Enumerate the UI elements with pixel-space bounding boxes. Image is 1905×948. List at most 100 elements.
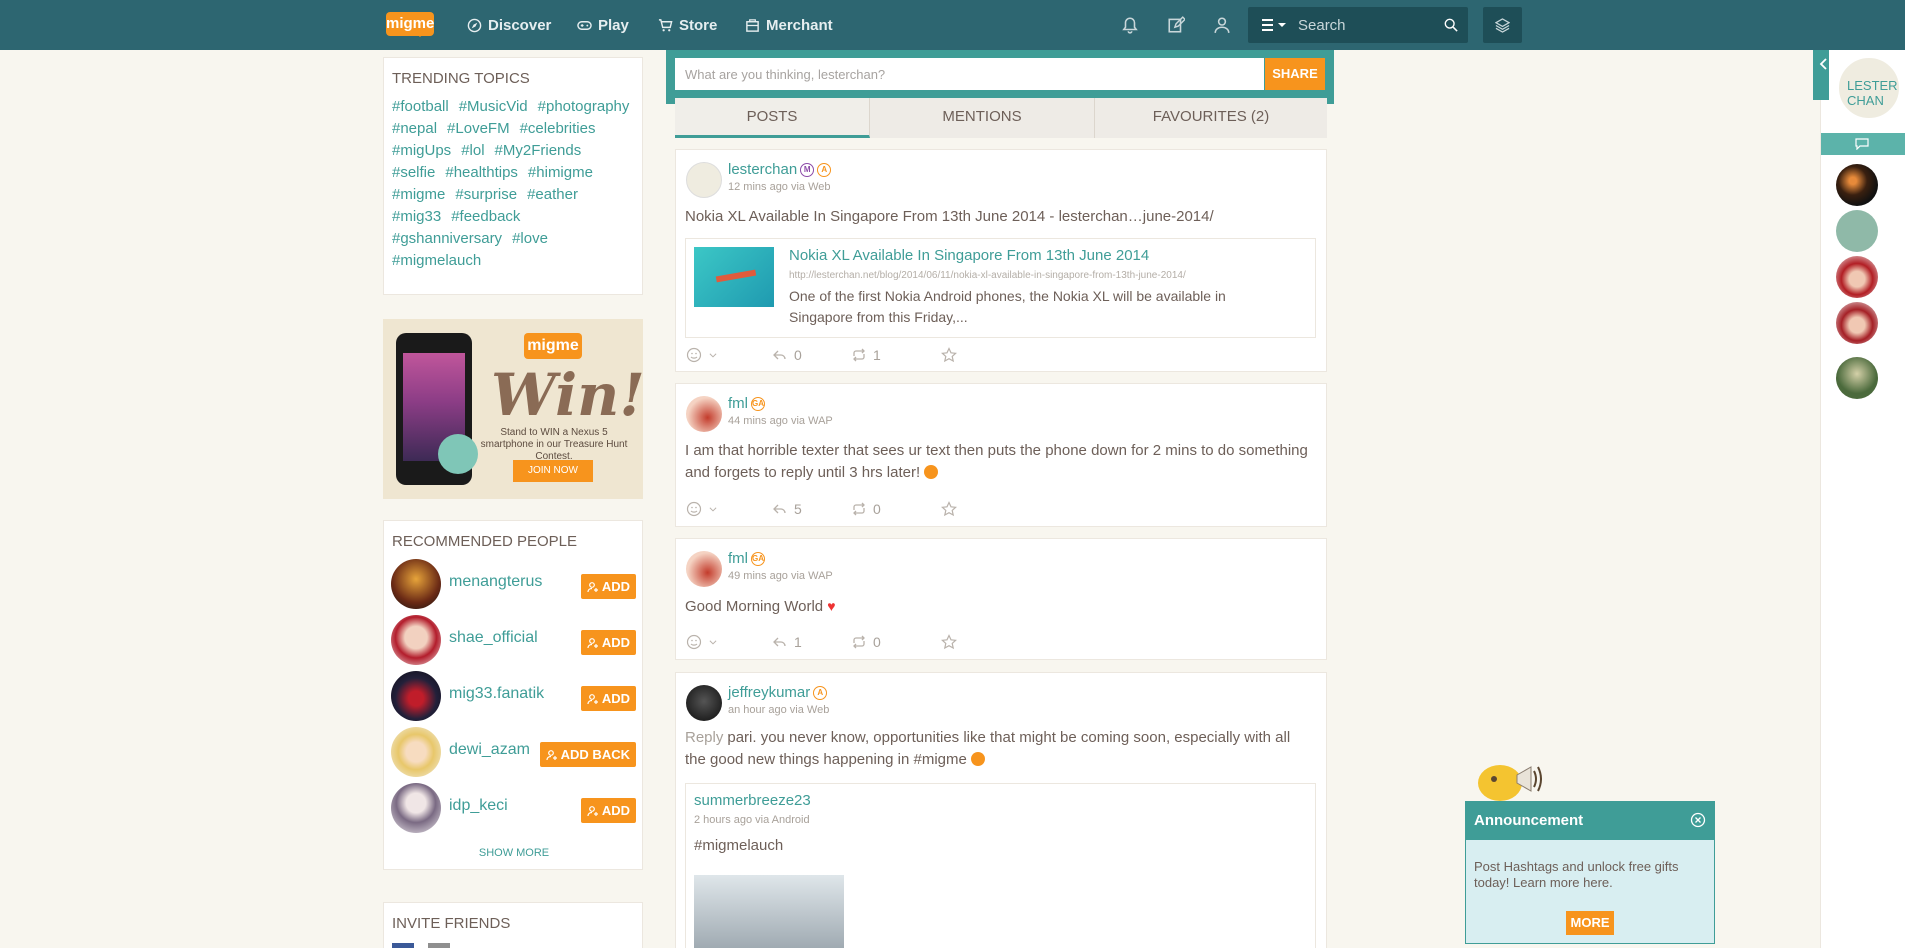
post-author[interactable]: jeffreykumar A bbox=[728, 684, 828, 701]
profile-icon[interactable] bbox=[1213, 16, 1231, 34]
hashtag-link[interactable]: #migmelauch bbox=[392, 251, 481, 271]
tab-favourites[interactable]: FAVOURITES (2) bbox=[1095, 98, 1327, 138]
contact-avatar[interactable] bbox=[1836, 357, 1878, 399]
compose-icon[interactable] bbox=[1167, 16, 1185, 34]
contact-avatar[interactable] bbox=[1836, 210, 1878, 252]
migme-logo[interactable]: migme bbox=[386, 12, 434, 37]
favourite-button[interactable] bbox=[941, 634, 957, 650]
hashtag-link[interactable]: #migme bbox=[392, 185, 445, 205]
nav-merchant[interactable]: Merchant bbox=[745, 14, 833, 36]
link-preview[interactable]: Nokia XL Available In Singapore From 13t… bbox=[685, 238, 1316, 338]
contact-avatar[interactable] bbox=[1836, 164, 1878, 206]
favourite-button[interactable] bbox=[941, 347, 957, 363]
contact-avatar[interactable] bbox=[1836, 256, 1878, 298]
avatar[interactable] bbox=[391, 671, 441, 721]
hashtag-link[interactable]: #migUps bbox=[392, 141, 451, 161]
hashtag-link[interactable]: #football bbox=[392, 97, 449, 117]
chevron-left-icon[interactable] bbox=[1818, 58, 1830, 70]
favourite-button[interactable] bbox=[941, 501, 957, 517]
avatar[interactable] bbox=[686, 551, 722, 587]
my-avatar[interactable]: LESTER CHAN bbox=[1837, 56, 1901, 120]
post-author[interactable]: lesterchan M A bbox=[728, 161, 832, 178]
tab-posts[interactable]: POSTS bbox=[675, 98, 870, 138]
quoted-author[interactable]: summerbreeze23 bbox=[694, 792, 811, 809]
email-icon[interactable] bbox=[428, 943, 450, 948]
quoted-photo[interactable] bbox=[694, 875, 844, 948]
reply-button[interactable]: 1 bbox=[772, 634, 802, 650]
hashtag-link[interactable]: #My2Friends bbox=[495, 141, 582, 161]
menu-dropdown-icon[interactable] bbox=[1262, 19, 1288, 31]
facebook-icon[interactable] bbox=[392, 943, 414, 948]
avatar[interactable] bbox=[391, 783, 441, 833]
add-friend-button[interactable]: ADD bbox=[580, 574, 636, 599]
emote-button[interactable] bbox=[686, 347, 718, 363]
layers-button[interactable] bbox=[1483, 7, 1522, 43]
chevron-down-icon bbox=[709, 640, 717, 645]
hashtag-link[interactable]: #eather bbox=[527, 185, 578, 205]
avatar[interactable] bbox=[391, 727, 441, 777]
avatar[interactable] bbox=[686, 685, 722, 721]
repost-button[interactable]: 0 bbox=[851, 501, 881, 517]
contact-avatar[interactable] bbox=[1836, 302, 1878, 344]
search-input[interactable] bbox=[1298, 15, 1438, 35]
search-icon[interactable] bbox=[1444, 18, 1458, 32]
nav-store[interactable]: Store bbox=[658, 14, 717, 36]
nav-play[interactable]: Play bbox=[577, 14, 629, 36]
recommended-people-title: RECOMMENDED PEOPLE bbox=[392, 533, 578, 550]
tab-mentions[interactable]: MENTIONS bbox=[870, 98, 1095, 138]
hashtag-link[interactable]: #MusicVid bbox=[459, 97, 528, 117]
repost-button[interactable]: 1 bbox=[851, 347, 881, 363]
emote-button[interactable] bbox=[686, 634, 718, 650]
heart-icon: ♥ bbox=[827, 598, 836, 614]
person-name[interactable]: shae_official bbox=[449, 629, 538, 647]
close-icon[interactable] bbox=[1690, 812, 1706, 828]
my-avatar-text: LESTER CHAN bbox=[1847, 78, 1898, 108]
hashtag-link[interactable]: #mig33 bbox=[392, 207, 441, 227]
more-button[interactable]: MORE bbox=[1566, 911, 1614, 935]
share-button[interactable]: SHARE bbox=[1265, 58, 1325, 90]
add-back-button[interactable]: ADD BACK bbox=[539, 742, 636, 767]
hashtag-link[interactable]: #lol bbox=[461, 141, 484, 161]
post-author[interactable]: fml GA bbox=[728, 395, 765, 412]
hashtag-link[interactable]: #himigme bbox=[528, 163, 593, 183]
person-name[interactable]: mig33.fanatik bbox=[449, 685, 544, 703]
avatar[interactable] bbox=[391, 559, 441, 609]
link-title[interactable]: Nokia XL Available In Singapore From 13t… bbox=[789, 247, 1149, 264]
avatar[interactable] bbox=[686, 162, 722, 198]
quoted-post[interactable]: summerbreeze23 2 hours ago via Android #… bbox=[685, 783, 1316, 948]
nav-discover[interactable]: Discover bbox=[467, 14, 551, 36]
emote-button[interactable] bbox=[686, 501, 718, 517]
hashtag-link[interactable]: #feedback bbox=[451, 207, 520, 227]
add-friend-button[interactable]: ADD bbox=[580, 630, 636, 655]
announcement-popup: Announcement Post Hashtags and unlock fr… bbox=[1465, 801, 1715, 944]
person-name[interactable]: dewi_azam bbox=[449, 741, 530, 759]
hashtag-link[interactable]: #healthtips bbox=[445, 163, 518, 183]
bell-icon[interactable] bbox=[1121, 16, 1139, 34]
person-name[interactable]: menangterus bbox=[449, 573, 542, 591]
chat-bar[interactable] bbox=[1821, 133, 1905, 155]
hashtag-link[interactable]: #love bbox=[512, 229, 548, 249]
join-now-button[interactable]: JOIN NOW bbox=[513, 460, 593, 482]
hashtag-link[interactable]: #selfie bbox=[392, 163, 435, 183]
hashtag-link[interactable]: #surprise bbox=[455, 185, 517, 205]
hashtag-link[interactable]: #gshanniversary bbox=[392, 229, 502, 249]
contest-banner[interactable]: migme Win! Stand to WIN a Nexus 5 smartp… bbox=[383, 319, 645, 499]
person-name[interactable]: idp_keci bbox=[449, 797, 508, 815]
post-composer-input[interactable] bbox=[675, 58, 1264, 90]
hashtag-link[interactable]: #LoveFM bbox=[447, 119, 510, 139]
reply-button[interactable]: 0 bbox=[772, 347, 802, 363]
show-more-link[interactable]: SHOW MORE bbox=[384, 847, 644, 859]
avatar[interactable] bbox=[391, 615, 441, 665]
add-friend-button[interactable]: ADD bbox=[580, 686, 636, 711]
avatar[interactable] bbox=[686, 396, 722, 432]
hashtag-link[interactable]: #nepal bbox=[392, 119, 437, 139]
add-friend-button[interactable]: ADD bbox=[580, 798, 636, 823]
hashtag-link[interactable]: #celebrities bbox=[520, 119, 596, 139]
verified-badge-icon: A bbox=[817, 163, 832, 178]
repost-button[interactable]: 0 bbox=[851, 634, 881, 650]
smiley-icon bbox=[686, 634, 702, 650]
repost-icon bbox=[853, 502, 865, 516]
reply-button[interactable]: 5 bbox=[772, 501, 802, 517]
post-author[interactable]: fml GA bbox=[728, 550, 765, 567]
hashtag-link[interactable]: #photography bbox=[538, 97, 630, 117]
